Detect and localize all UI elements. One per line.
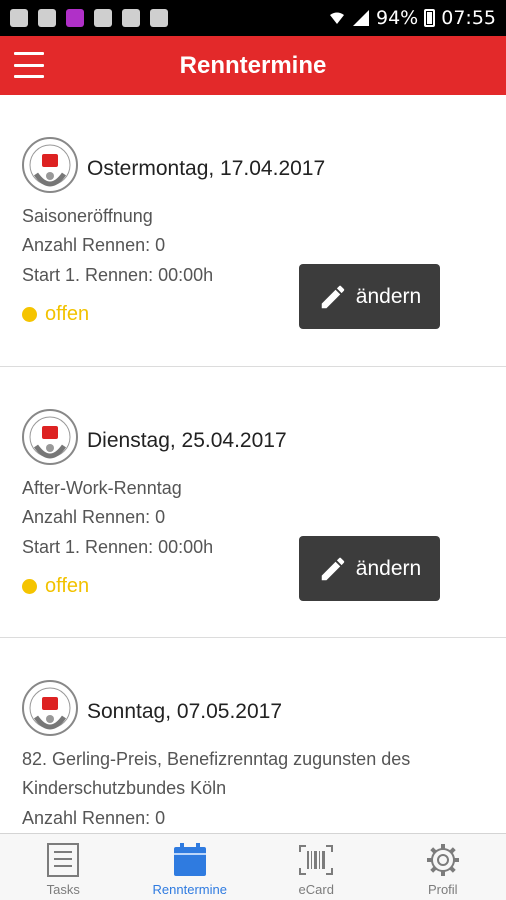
race-count: Anzahl Rennen: 0 — [22, 808, 166, 828]
race-name-line-2: Kinderschutzbundes Köln — [22, 778, 227, 798]
cards-icon — [122, 9, 140, 27]
race-count: Anzahl Rennen: 0 — [22, 235, 166, 255]
nav-renntermine[interactable]: Renntermine — [127, 834, 254, 900]
status-indicator: offen — [22, 303, 89, 326]
nav-ecard[interactable]: eCard — [253, 834, 380, 900]
race-date: Sonntag, 07.05.2017 — [87, 700, 283, 723]
nav-profil-label: Profil — [427, 882, 458, 897]
club-logo-icon — [22, 680, 78, 736]
race-name: After-Work-Renntag — [22, 478, 182, 498]
hamburger-icon[interactable] — [14, 52, 44, 78]
edit-button[interactable]: ändern — [299, 536, 440, 601]
race-count: Anzahl Rennen: 0 — [22, 507, 166, 527]
nav-tasks[interactable]: Tasks — [0, 834, 127, 900]
cards-icon — [150, 9, 168, 27]
image-icon — [38, 9, 56, 27]
club-logo-icon — [22, 137, 78, 193]
calendar-icon — [173, 843, 206, 876]
nav-profil[interactable]: Profil — [380, 834, 506, 900]
page-title: Renntermine — [179, 51, 327, 79]
clock: 07:55 — [441, 7, 496, 29]
battery-percent: 94% — [376, 7, 419, 29]
gear-icon — [426, 844, 459, 876]
status-label: offen — [45, 303, 90, 325]
bottom-navigation: Tasks Renntermine eCard Profil — [0, 833, 506, 900]
edit-button-label: ändern — [355, 284, 422, 308]
nav-renntermine-label: Renntermine — [152, 882, 227, 897]
status-bar: 94% 07:55 — [0, 0, 506, 36]
pencil-icon — [321, 285, 345, 308]
nav-tasks-label: Tasks — [46, 882, 80, 897]
race-day-card: Dienstag, 25.04.2017 After-Work-Renntag … — [0, 367, 506, 638]
race-start-time: Start 1. Rennen: 00:00h — [22, 265, 214, 285]
battery-icon — [424, 9, 436, 27]
race-name: Saisoneröffnung — [22, 206, 153, 226]
status-dot-icon — [22, 579, 37, 594]
race-start-time: Start 1. Rennen: 00:00h — [22, 537, 214, 557]
wifi-icon — [330, 12, 344, 24]
podcast-icon — [66, 9, 84, 27]
image-icon — [10, 9, 28, 27]
race-day-card: Sonntag, 07.05.2017 82. Gerling-Preis, B… — [0, 638, 506, 833]
edit-button[interactable]: ändern — [299, 264, 440, 329]
status-indicator: offen — [22, 575, 89, 598]
race-day-list[interactable]: Ostermontag, 17.04.2017 Saisoneröffnung … — [0, 95, 506, 833]
race-day-card: Ostermontag, 17.04.2017 Saisoneröffnung … — [0, 95, 506, 367]
club-logo-icon — [22, 409, 78, 465]
signal-icon — [353, 10, 369, 26]
race-date: Ostermontag, 17.04.2017 — [87, 157, 326, 180]
edit-button-label: ändern — [355, 556, 422, 580]
race-name-line-1: 82. Gerling-Preis, Benefizrenntag zuguns… — [22, 749, 411, 769]
barcode-icon — [299, 845, 334, 875]
nav-ecard-label: eCard — [298, 882, 334, 897]
app-bar: Renntermine — [0, 36, 506, 95]
race-date: Dienstag, 25.04.2017 — [87, 429, 287, 452]
camera-icon — [94, 9, 112, 27]
pencil-icon — [321, 557, 345, 580]
status-dot-icon — [22, 307, 37, 322]
list-icon — [47, 843, 80, 877]
notification-icons — [10, 9, 168, 27]
status-label: offen — [45, 575, 90, 597]
